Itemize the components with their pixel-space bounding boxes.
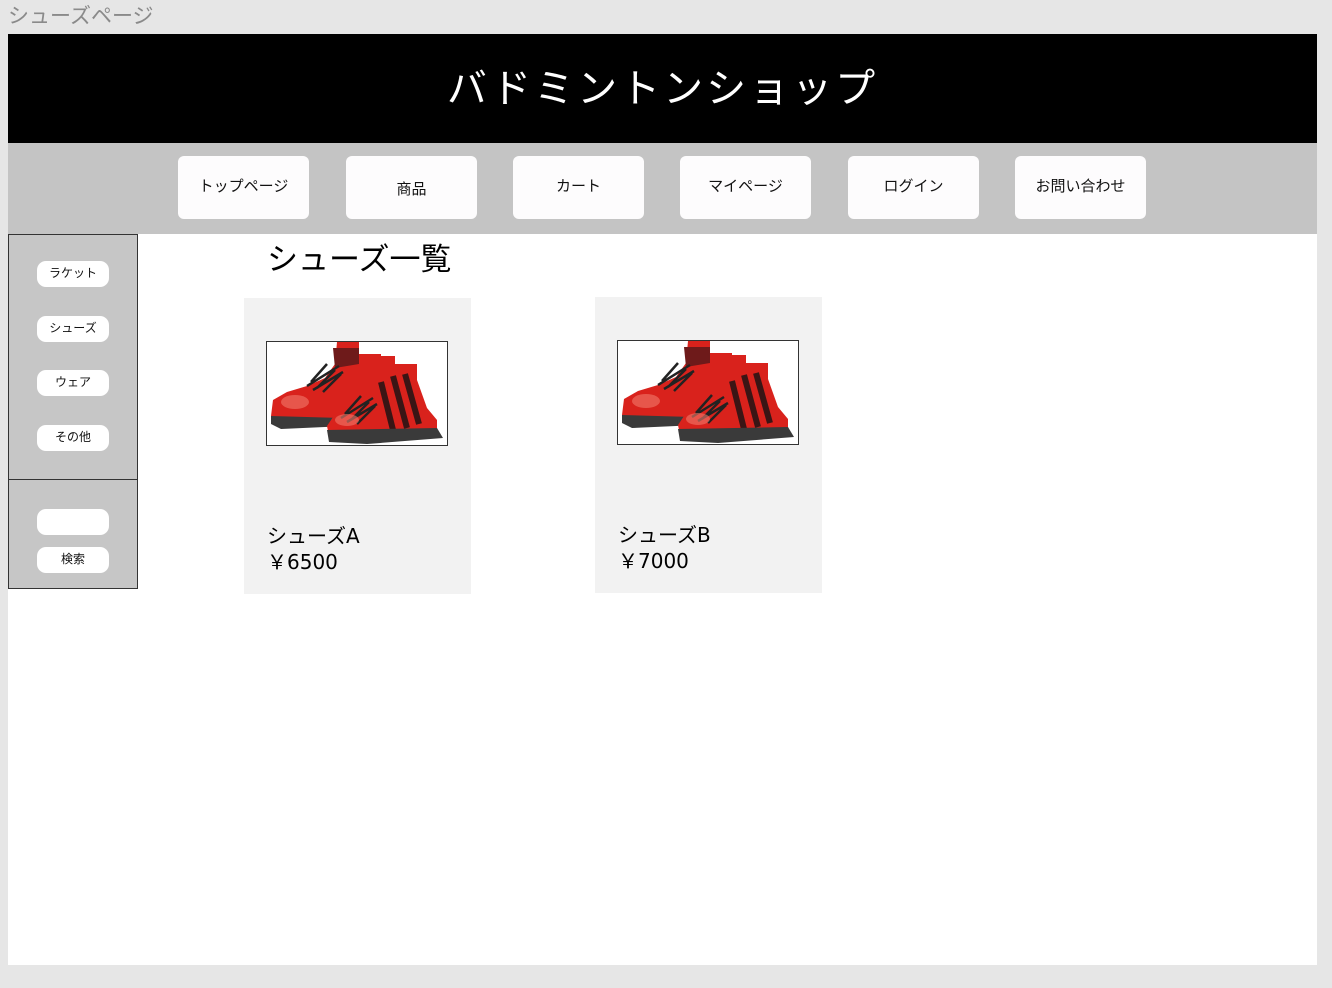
nav-my-page-button[interactable]: マイページ (680, 156, 811, 219)
nav-my-page-label: マイページ (708, 177, 783, 195)
product-name: シューズA (267, 524, 360, 548)
nav-login-button[interactable]: ログイン (848, 156, 979, 219)
nav-products-label: 商品 (396, 180, 427, 198)
product-name: シューズB (618, 523, 711, 547)
nav-contact-label: お問い合わせ (1035, 177, 1126, 195)
sidebar-categories: ラケット シューズ ウェア その他 (8, 234, 138, 480)
search-button[interactable]: 検索 (37, 547, 109, 573)
sidebar-search: 検索 (8, 479, 138, 589)
nav-login-label: ログイン (883, 177, 944, 195)
category-racket-label: ラケット (48, 266, 97, 280)
frame-label: シューズページ (8, 4, 154, 28)
category-shoes-label: シューズ (49, 321, 97, 335)
search-input[interactable] (37, 509, 109, 535)
category-wear-label: ウェア (54, 375, 91, 389)
red-sneakers-image[interactable] (266, 341, 448, 446)
product-card[interactable]: シューズB ￥7000 (595, 297, 822, 593)
site-header: バドミントンショップ (8, 34, 1317, 143)
red-sneakers-image[interactable] (617, 340, 799, 445)
nav-top-page-label: トップページ (198, 177, 289, 195)
page-title: シューズ一覧 (267, 242, 452, 278)
product-card[interactable]: シューズA ￥6500 (244, 298, 471, 594)
page: バドミントンショップ トップページ 商品 カート マイページ ログイン お問い合… (8, 34, 1317, 965)
nav-contact-button[interactable]: お問い合わせ (1015, 156, 1146, 219)
category-wear-button[interactable]: ウェア (37, 370, 109, 396)
nav-products-button[interactable]: 商品 (346, 156, 477, 219)
category-other-label: その他 (54, 430, 91, 444)
category-other-button[interactable]: その他 (37, 425, 109, 451)
nav-bar: トップページ 商品 カート マイページ ログイン お問い合わせ (8, 143, 1317, 234)
nav-cart-button[interactable]: カート (513, 156, 644, 219)
category-shoes-button[interactable]: シューズ (37, 316, 109, 342)
search-button-label: 検索 (60, 552, 85, 566)
category-racket-button[interactable]: ラケット (37, 261, 109, 287)
nav-top-page-button[interactable]: トップページ (178, 156, 309, 219)
product-price: ￥7000 (618, 549, 689, 573)
product-price: ￥6500 (267, 550, 338, 574)
site-title: バドミントンショップ (446, 65, 879, 112)
nav-cart-label: カート (555, 177, 601, 195)
